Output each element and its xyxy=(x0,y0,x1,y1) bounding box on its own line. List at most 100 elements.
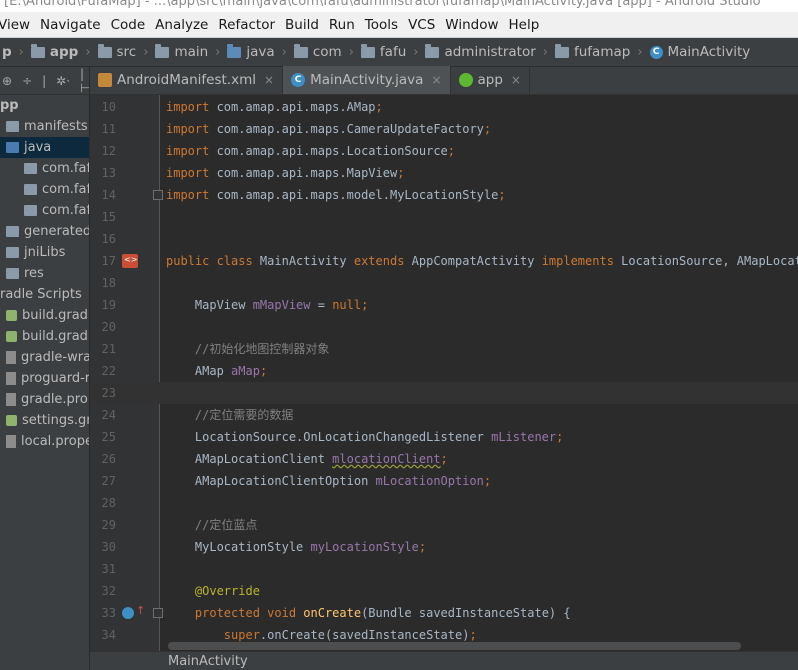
hide-icon[interactable]: |⊢ xyxy=(80,67,89,95)
tab-mainactivity-java[interactable]: C MainActivity.java × xyxy=(283,66,451,94)
code-token: import xyxy=(166,100,217,114)
code-token: //定位需要的数据 xyxy=(166,408,294,422)
line-number: 22 xyxy=(101,364,116,378)
java-class-icon: C xyxy=(649,45,663,59)
breadcrumb-item[interactable]: src xyxy=(96,43,139,60)
code-token: mlocationClient xyxy=(332,452,441,466)
collapse-icon[interactable]: ÷ xyxy=(22,74,32,88)
breadcrumb-item[interactable]: main xyxy=(153,43,210,60)
chevron-right-icon: › xyxy=(215,44,221,60)
tree-item[interactable]: jniLibs xyxy=(0,242,89,263)
menu-item-run[interactable]: Run xyxy=(323,17,361,33)
breadcrumb-item[interactable]: app xyxy=(29,43,80,60)
folder-icon xyxy=(24,205,37,216)
chevron-right-icon: › xyxy=(637,44,643,60)
line-number: 23 xyxy=(101,386,116,400)
window-title: [E:\Android\FufaMap] - ...\app\src\main\… xyxy=(4,0,761,9)
menu-item-vcs[interactable]: VCS xyxy=(402,17,441,33)
code-line: 10 import com.amap.api.maps.AMap; xyxy=(90,96,798,118)
tree-item[interactable]: gradle-wrappe xyxy=(0,347,89,368)
override-icon[interactable] xyxy=(122,607,134,619)
tree-item-label: settings.gradle xyxy=(22,413,90,428)
tree-item[interactable]: settings.gradle xyxy=(0,410,90,431)
chevron-right-icon: › xyxy=(85,44,91,60)
project-panel: ⊕ ÷ | ✲· |⊢ pp manifests java com.fafu.ac com.fa… xyxy=(0,67,90,670)
project-panel-toolbar: ⊕ ÷ | ✲· |⊢ xyxy=(0,67,89,95)
tree-item-label: com.fafu.ac xyxy=(42,161,89,176)
menu-item-analyze[interactable]: Analyze xyxy=(149,17,214,33)
breadcrumb-item[interactable]: fafu xyxy=(359,43,408,60)
breadcrumb-item[interactable]: fufamap xyxy=(553,43,632,60)
breadcrumb-item[interactable]: administrator xyxy=(423,43,537,60)
implements-icon[interactable] xyxy=(122,254,138,268)
code-token: implements xyxy=(541,254,622,268)
line-number: 24 xyxy=(101,408,116,422)
tree-item[interactable]: proguard-rule xyxy=(0,368,89,389)
properties-file-icon xyxy=(6,372,16,385)
code-token: com.amap.api.maps.AMap xyxy=(216,100,376,114)
tree-item[interactable]: build.gradle (P xyxy=(0,305,89,326)
breadcrumb-label: p xyxy=(2,44,12,60)
chevron-right-icon: › xyxy=(281,44,287,60)
tree-item[interactable]: java xyxy=(0,137,89,158)
code-editor[interactable]: 10 import com.amap.api.maps.AMap; 11 import… xyxy=(90,95,798,651)
tree-item[interactable]: com.fafu.ac xyxy=(0,158,89,179)
close-icon[interactable]: × xyxy=(431,73,441,87)
properties-file-icon xyxy=(6,351,16,364)
breadcrumb-label: main xyxy=(174,44,209,60)
tree-item[interactable]: gradle.proper xyxy=(0,389,89,410)
tree-item[interactable]: res xyxy=(0,263,89,284)
breadcrumb-item[interactable]: com xyxy=(292,43,344,60)
fold-marker-icon[interactable] xyxy=(153,608,163,618)
line-number: 10 xyxy=(101,100,116,114)
code-token: mListener xyxy=(491,430,557,444)
menu-item-help[interactable]: Help xyxy=(503,17,546,33)
tab-app[interactable]: app × xyxy=(451,66,530,94)
menu-bar: View Navigate Code Analyze Refactor Build Run T… xyxy=(0,12,798,38)
menu-item-code[interactable]: Code xyxy=(105,17,152,33)
code-token: ; xyxy=(556,430,564,444)
tree-item[interactable]: com.fafu.ac xyxy=(0,200,89,221)
code-line: 22 AMap aMap; xyxy=(90,360,798,382)
breadcrumb-item[interactable]: C MainActivity xyxy=(648,44,753,60)
code-text: AMapLocationClient mlocationClient; xyxy=(166,448,448,470)
menu-item-view[interactable]: View xyxy=(0,17,36,33)
arrow-up-icon: ↑ xyxy=(136,604,146,617)
structure-breadcrumb-item[interactable]: MainActivity xyxy=(168,654,248,669)
code-token: (Bundle savedInstanceState) { xyxy=(361,606,571,620)
tree-item[interactable]: generatedJava xyxy=(0,221,89,242)
code-token: import xyxy=(166,166,217,180)
breadcrumb-label: java xyxy=(246,44,275,60)
horizontal-scrollbar[interactable] xyxy=(168,642,741,650)
code-token: ; xyxy=(375,100,383,114)
gradle-file-icon xyxy=(6,310,17,321)
breadcrumb-item[interactable]: p xyxy=(0,44,14,60)
tab-androidmanifest-xml[interactable]: AndroidManifest.xml × xyxy=(90,66,284,94)
fold-marker-icon[interactable] xyxy=(153,190,163,200)
menu-item-build[interactable]: Build xyxy=(279,17,325,33)
tree-item-label: gradle-wrappe xyxy=(21,350,89,365)
tree-item[interactable]: build.gradle (M xyxy=(0,326,89,347)
line-number: 21 xyxy=(101,342,116,356)
menu-item-refactor[interactable]: Refactor xyxy=(212,17,281,33)
locate-icon[interactable]: ⊕ xyxy=(2,74,12,88)
gradle-file-icon xyxy=(6,331,17,342)
app-icon xyxy=(458,73,473,87)
line-number: 29 xyxy=(101,518,116,532)
close-icon[interactable]: × xyxy=(264,73,274,87)
tree-item[interactable]: local.propertie xyxy=(0,431,89,452)
menu-item-window[interactable]: Window xyxy=(439,17,504,33)
settings-icon[interactable]: ✲· xyxy=(56,74,70,88)
code-token: = xyxy=(310,298,333,312)
close-icon[interactable]: × xyxy=(511,73,521,87)
breadcrumb-item[interactable]: java xyxy=(225,43,276,60)
code-line: 12 import com.amap.api.maps.LocationSourc… xyxy=(90,140,798,162)
menu-item-navigate[interactable]: Navigate xyxy=(34,17,107,33)
tree-item[interactable]: pp xyxy=(0,95,89,116)
tree-item[interactable]: com.fafu.ac xyxy=(0,179,89,200)
code-line: 18 xyxy=(90,272,798,294)
tree-item[interactable]: manifests xyxy=(0,116,89,137)
tree-item[interactable]: radle Scripts xyxy=(0,284,89,305)
folder-icon xyxy=(6,268,19,279)
menu-item-tools[interactable]: Tools xyxy=(359,17,404,33)
